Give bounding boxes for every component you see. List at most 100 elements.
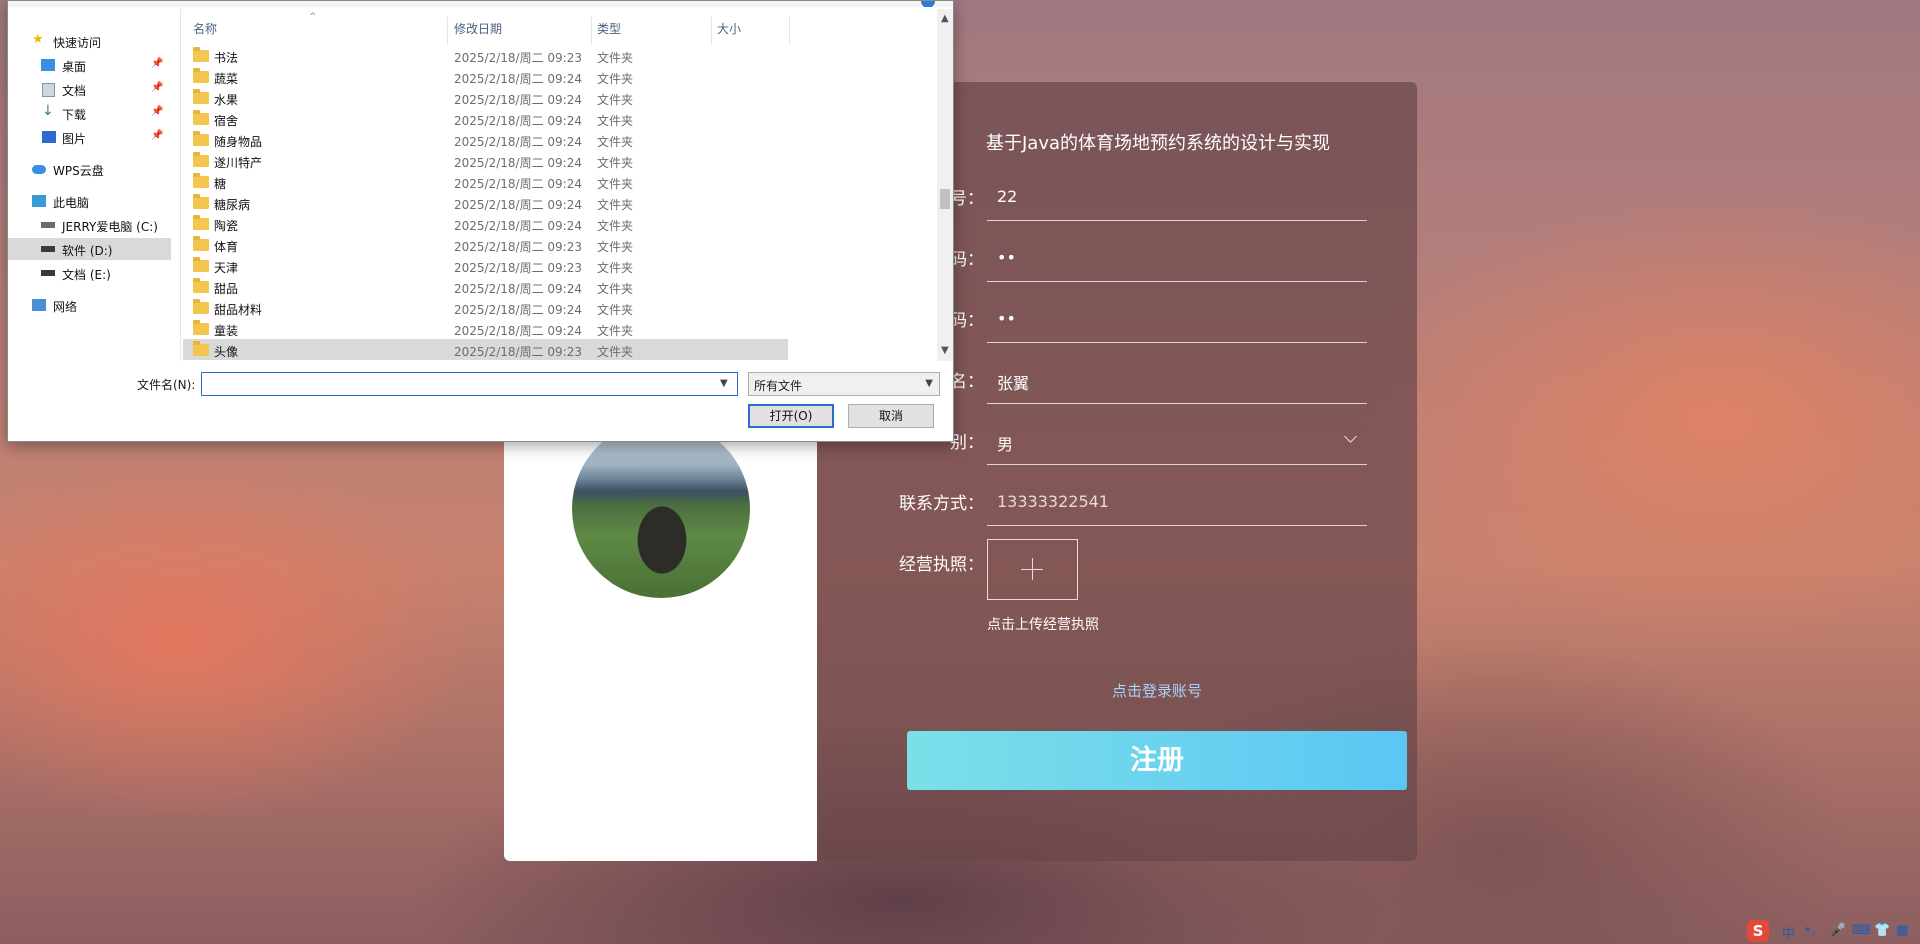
confirm-password-input[interactable]: •• bbox=[987, 296, 1367, 343]
table-row[interactable]: 童装 2025/2/18/周二 09:24 文件夹 bbox=[183, 318, 783, 339]
open-button[interactable]: 打开(O) bbox=[748, 404, 834, 428]
filename-input[interactable] bbox=[201, 372, 738, 396]
drive-icon bbox=[41, 246, 55, 252]
navigation-pane: ★ 快速访问 桌面 📌 文档 📌 ↓ 下载 📌 图片 📌 WPS云盘 此电脑 J… bbox=[8, 9, 171, 361]
folder-icon bbox=[193, 110, 209, 125]
nav-drive-d[interactable]: 软件 (D:) bbox=[8, 238, 171, 260]
table-row[interactable]: 糖尿病 2025/2/18/周二 09:24 文件夹 bbox=[183, 192, 783, 213]
table-row[interactable]: 甜品材料 2025/2/18/周二 09:24 文件夹 bbox=[183, 297, 783, 318]
dialog-toolbar-edge bbox=[8, 1, 953, 7]
contact-input[interactable]: 13333322541 bbox=[987, 479, 1367, 526]
nav-this-pc[interactable]: 此电脑 bbox=[8, 190, 171, 212]
folder-icon bbox=[193, 68, 209, 83]
nav-drive-c[interactable]: JERRY爱电脑 (C:) bbox=[8, 214, 171, 236]
nav-pictures[interactable]: 图片 📌 bbox=[8, 126, 171, 148]
table-row[interactable]: 遂川特产 2025/2/18/周二 09:24 文件夹 bbox=[183, 150, 783, 171]
cloud-icon bbox=[32, 165, 46, 174]
download-icon: ↓ bbox=[42, 103, 54, 119]
table-row[interactable]: 随身物品 2025/2/18/周二 09:24 文件夹 bbox=[183, 129, 783, 150]
login-link[interactable]: 点击登录账号 bbox=[1112, 680, 1202, 701]
gender-label: 别： bbox=[950, 433, 984, 453]
name-input[interactable]: 张翼 bbox=[987, 357, 1367, 404]
cancel-button[interactable]: 取消 bbox=[848, 404, 934, 428]
nav-wps-cloud[interactable]: WPS云盘 bbox=[8, 158, 171, 180]
password-label: 码： bbox=[950, 250, 984, 270]
vertical-scrollbar[interactable]: ▲ ▼ bbox=[937, 9, 953, 361]
scroll-down-icon[interactable]: ▼ bbox=[941, 345, 949, 356]
table-row[interactable]: 甜品 2025/2/18/周二 09:24 文件夹 bbox=[183, 276, 783, 297]
column-date[interactable]: 修改日期 bbox=[454, 20, 502, 37]
ime-language-toggle[interactable]: 中 bbox=[1782, 923, 1795, 942]
file-open-dialog: ★ 快速访问 桌面 📌 文档 📌 ↓ 下载 📌 图片 📌 WPS云盘 此电脑 J… bbox=[7, 0, 954, 442]
upload-hint: 点击上传经营执照 bbox=[987, 617, 1099, 633]
table-row[interactable]: 水果 2025/2/18/周二 09:24 文件夹 bbox=[183, 87, 783, 108]
chevron-down-icon bbox=[1344, 430, 1357, 443]
drive-icon bbox=[41, 222, 55, 228]
folder-icon bbox=[193, 278, 209, 293]
table-row[interactable]: 书法 2025/2/18/周二 09:23 文件夹 bbox=[183, 45, 783, 66]
contact-row: 联系方式： 13333322541 bbox=[817, 479, 1417, 526]
table-row[interactable]: 糖 2025/2/18/周二 09:24 文件夹 bbox=[183, 171, 783, 192]
chevron-down-icon: ▼ bbox=[925, 378, 933, 389]
table-row[interactable]: 蔬菜 2025/2/18/周二 09:24 文件夹 bbox=[183, 66, 783, 87]
folder-icon bbox=[193, 194, 209, 209]
pane-divider bbox=[180, 9, 181, 361]
column-type[interactable]: 类型 bbox=[597, 20, 621, 37]
folder-icon bbox=[193, 299, 209, 314]
nav-desktop[interactable]: 桌面 📌 bbox=[8, 54, 171, 76]
folder-icon bbox=[193, 341, 209, 356]
password-value: •• bbox=[997, 248, 1016, 267]
gender-select[interactable]: 男 bbox=[987, 418, 1367, 465]
pin-icon: 📌 bbox=[151, 82, 164, 93]
document-icon bbox=[42, 83, 55, 97]
column-name[interactable]: 名称 bbox=[193, 20, 217, 37]
register-button[interactable]: 注册 bbox=[907, 731, 1407, 790]
file-rows: 书法 2025/2/18/周二 09:23 文件夹 蔬菜 2025/2/18/周二 0… bbox=[183, 45, 788, 360]
account-input[interactable]: 22 bbox=[987, 174, 1367, 221]
column-headers: ^ 名称 修改日期 类型 大小 bbox=[183, 9, 790, 45]
form-title: 基于Java的体育场地预约系统的设计与实现 bbox=[986, 133, 1331, 154]
nav-downloads[interactable]: ↓ 下载 📌 bbox=[8, 102, 171, 124]
gender-value: 男 bbox=[997, 435, 1014, 454]
nav-documents[interactable]: 文档 📌 bbox=[8, 78, 171, 100]
table-row[interactable]: 体育 2025/2/18/周二 09:23 文件夹 bbox=[183, 234, 783, 255]
filetype-value: 所有文件 bbox=[754, 379, 803, 393]
scroll-thumb[interactable] bbox=[940, 189, 950, 209]
sogou-ime-icon[interactable]: S bbox=[1747, 920, 1769, 942]
nav-network[interactable]: 网络 bbox=[8, 294, 171, 316]
folder-icon bbox=[193, 320, 209, 335]
desktop-icon bbox=[41, 59, 55, 71]
table-row[interactable]: 宿舍 2025/2/18/周二 09:24 文件夹 bbox=[183, 108, 783, 129]
grid-icon[interactable]: ▦ bbox=[1896, 923, 1908, 938]
help-icon[interactable] bbox=[921, 1, 935, 7]
folder-icon bbox=[193, 47, 209, 62]
license-label: 经营执照： bbox=[899, 555, 984, 575]
table-row[interactable]: 陶瓷 2025/2/18/周二 09:24 文件夹 bbox=[183, 213, 783, 234]
nav-quick-access[interactable]: ★ 快速访问 bbox=[8, 30, 171, 52]
pin-icon: 📌 bbox=[151, 106, 164, 117]
table-row-selected[interactable]: 头像 2025/2/18/周二 09:23 文件夹 bbox=[183, 339, 788, 360]
folder-icon bbox=[193, 89, 209, 104]
confirm-password-label: 码： bbox=[950, 311, 984, 331]
folder-icon bbox=[193, 257, 209, 272]
mic-icon[interactable]: 🎤 bbox=[1830, 923, 1846, 938]
keyboard-icon[interactable]: ⌨ bbox=[1852, 923, 1871, 938]
scroll-up-icon[interactable]: ▲ bbox=[941, 13, 949, 24]
license-upload-button[interactable] bbox=[987, 539, 1078, 600]
avatar[interactable] bbox=[572, 420, 750, 598]
punctuation-toggle[interactable]: •, bbox=[1804, 923, 1816, 938]
table-row[interactable]: 天津 2025/2/18/周二 09:23 文件夹 bbox=[183, 255, 783, 276]
contact-value: 13333322541 bbox=[997, 492, 1109, 511]
column-size[interactable]: 大小 bbox=[717, 20, 741, 37]
confirm-password-value: •• bbox=[997, 309, 1016, 328]
account-value: 22 bbox=[997, 187, 1018, 206]
name-label: 名： bbox=[950, 372, 984, 392]
password-input[interactable]: •• bbox=[987, 235, 1367, 282]
nav-drive-e[interactable]: 文档 (E:) bbox=[8, 262, 171, 284]
filetype-select[interactable]: 所有文件 ▼ bbox=[748, 372, 940, 396]
picture-icon bbox=[42, 131, 56, 143]
account-label: 号： bbox=[950, 189, 984, 209]
shirt-icon[interactable]: 👕 bbox=[1874, 923, 1890, 938]
license-row: 经营执照： bbox=[817, 540, 1417, 586]
chevron-down-icon[interactable]: ▼ bbox=[720, 378, 728, 389]
